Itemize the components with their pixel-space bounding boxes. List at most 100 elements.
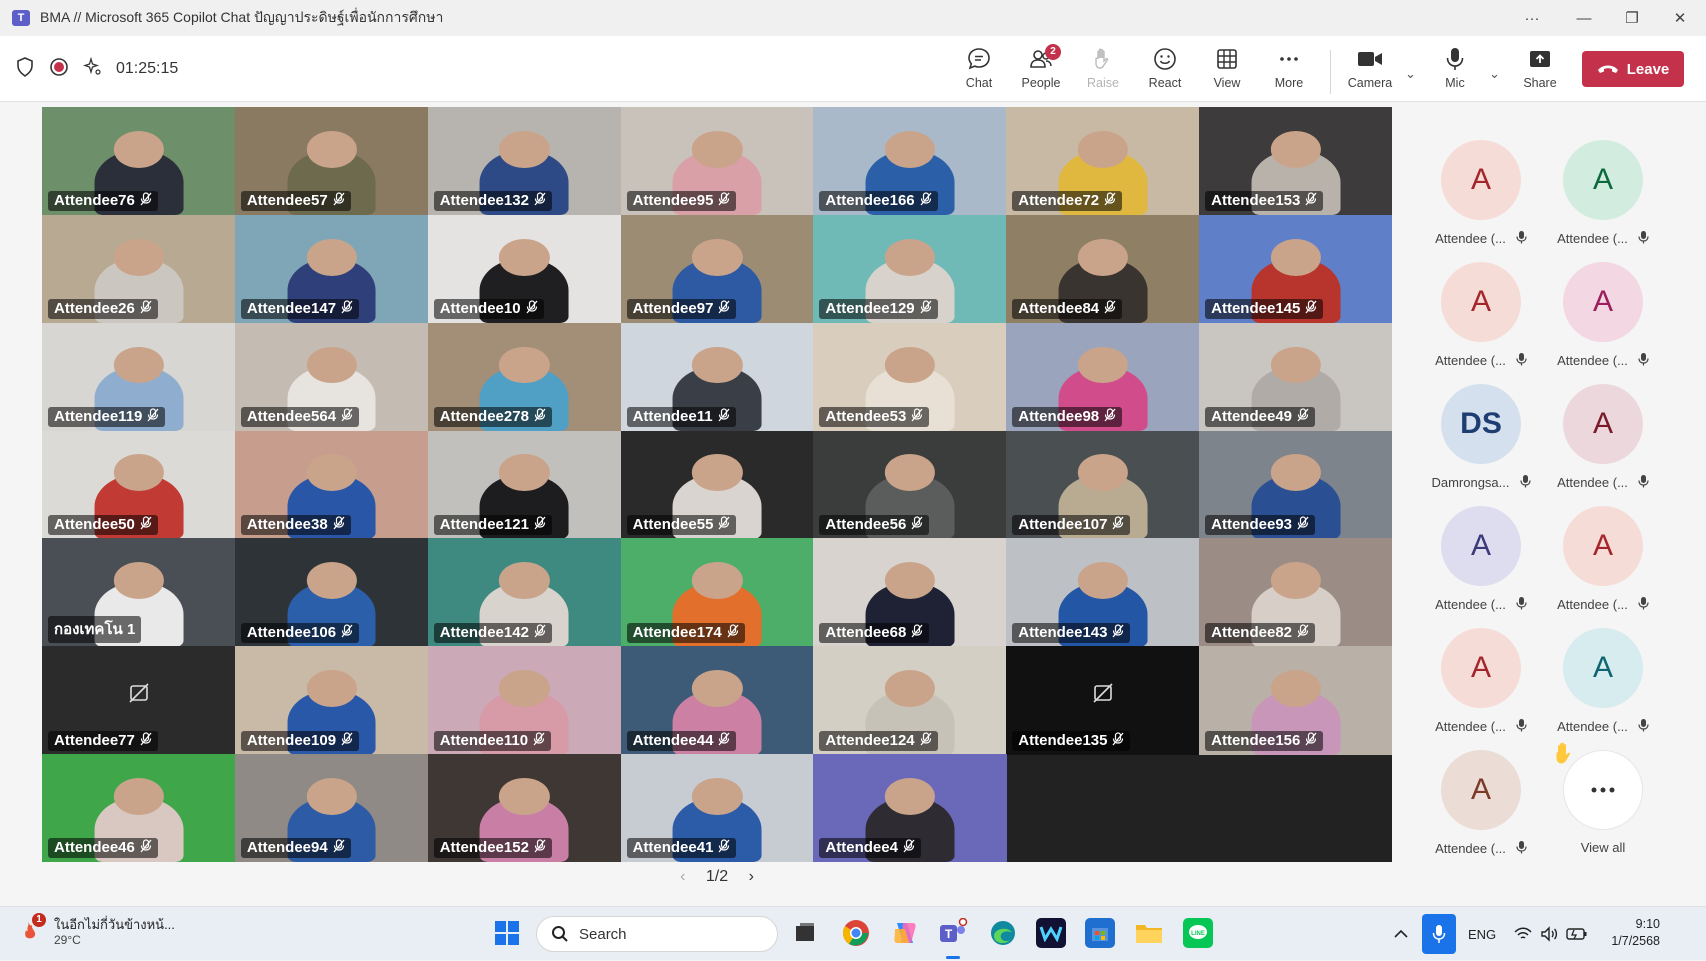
participant-video-tile[interactable]: Attendee68 xyxy=(813,538,1007,647)
roster-participant[interactable]: A Attendee (... xyxy=(1542,506,1664,621)
roster-participant[interactable]: A Attendee (... xyxy=(1542,262,1664,377)
people-button[interactable]: 2 People xyxy=(1011,44,1071,96)
taskbar-clock[interactable]: 9:10 1/7/2568 xyxy=(1596,916,1660,950)
roster-participant[interactable]: A Attendee (... xyxy=(1542,140,1664,255)
participant-video-tile[interactable]: Attendee124 xyxy=(813,646,1007,755)
chrome-button[interactable] xyxy=(841,918,871,948)
participant-video-tile[interactable]: Attendee41 xyxy=(620,754,814,863)
participant-video-tile[interactable]: Attendee55 xyxy=(620,430,814,539)
participant-video-tile[interactable]: Attendee98 xyxy=(1006,322,1200,432)
participant-video-tile[interactable]: Attendee82 xyxy=(1199,538,1393,647)
participant-video-tile[interactable]: Attendee142 xyxy=(427,538,622,647)
camera-button[interactable]: Camera xyxy=(1340,46,1400,96)
participant-video-tile[interactable]: Attendee50 xyxy=(42,430,236,539)
store-button[interactable] xyxy=(1085,918,1115,948)
participant-video-tile[interactable]: Attendee156 xyxy=(1199,646,1393,755)
close-window-button[interactable]: ✕ xyxy=(1656,0,1704,36)
view-all-participants[interactable]: View all xyxy=(1542,742,1664,865)
participant-video-tile[interactable]: Attendee44 xyxy=(620,646,814,755)
participant-video-tile[interactable]: Attendee109 xyxy=(234,646,429,755)
volume-icon[interactable] xyxy=(1540,907,1558,961)
participant-video-tile[interactable]: Attendee77 xyxy=(42,646,236,755)
participant-video-tile[interactable]: Attendee46 xyxy=(42,754,236,863)
participant-video-tile[interactable]: Attendee95 xyxy=(620,107,814,216)
participant-video-tile[interactable]: Attendee110 xyxy=(427,646,622,755)
roster-participant[interactable]: A Attendee (... xyxy=(1542,384,1664,499)
shield-icon[interactable] xyxy=(12,54,38,80)
participant-video-tile[interactable]: Attendee153 xyxy=(1199,107,1393,216)
roster-participant[interactable]: A Attendee (... xyxy=(1420,628,1542,743)
participant-video-tile[interactable]: Attendee107 xyxy=(1006,430,1200,539)
participant-video-tile[interactable]: Attendee174 xyxy=(620,538,814,647)
mic-in-use-button[interactable] xyxy=(1422,907,1456,961)
task-view-button[interactable] xyxy=(790,918,820,948)
participant-video-tile[interactable]: Attendee72 xyxy=(1006,107,1200,216)
participant-video-tile[interactable]: Attendee84 xyxy=(1006,214,1200,324)
participant-video-tile[interactable]: Attendee97 xyxy=(620,214,814,324)
participant-video-tile[interactable]: Attendee132 xyxy=(427,107,622,216)
view-button[interactable]: View xyxy=(1197,46,1257,96)
participant-video-tile[interactable]: Attendee145 xyxy=(1199,214,1393,324)
participant-video-tile[interactable]: Attendee135 xyxy=(1006,646,1200,755)
roster-participant[interactable]: A Attendee (... xyxy=(1542,628,1664,743)
participant-video-tile[interactable]: Attendee152 xyxy=(427,754,622,863)
roster-participant[interactable]: DS Damrongsa... xyxy=(1420,384,1542,499)
participant-video-tile[interactable]: Attendee76 xyxy=(42,107,236,216)
participant-video-tile[interactable]: Attendee26 xyxy=(42,214,236,324)
participant-video-tile[interactable]: Attendee564 xyxy=(234,322,429,432)
participant-video-tile[interactable]: กองเทคโน 1 xyxy=(42,538,236,647)
edge-button[interactable] xyxy=(988,918,1018,948)
react-button[interactable]: React xyxy=(1135,46,1195,96)
participant-video-tile[interactable]: Attendee278 xyxy=(427,322,622,432)
maximize-button[interactable]: ❐ xyxy=(1608,0,1656,36)
minimize-button[interactable]: — xyxy=(1560,0,1608,36)
chat-button[interactable]: Chat xyxy=(949,46,1009,96)
raise-hand-button[interactable]: Raise xyxy=(1073,46,1133,96)
participant-video-tile[interactable]: Attendee11 xyxy=(620,322,814,432)
previous-page-button[interactable]: ‹ xyxy=(680,868,685,885)
participant-video-tile[interactable]: Attendee121 xyxy=(427,430,622,539)
next-page-button[interactable]: › xyxy=(749,868,754,885)
line-app-button[interactable]: LINE xyxy=(1183,918,1213,948)
camera-options-chevron-icon[interactable]: ⌄ xyxy=(1405,66,1416,82)
recording-icon[interactable] xyxy=(46,54,72,80)
participant-video-tile[interactable]: Attendee94 xyxy=(234,754,429,863)
participant-video-tile[interactable]: Attendee4 xyxy=(813,754,1007,863)
roster-participant[interactable]: A Attendee (... xyxy=(1420,262,1542,377)
weather-widget[interactable]: 1 ในอีกไม่กี่วันข้างหน้... 29°C xyxy=(22,913,175,947)
file-explorer-button[interactable] xyxy=(1134,918,1164,948)
share-button[interactable]: Share xyxy=(1510,46,1570,96)
taskbar-search[interactable]: Search xyxy=(536,916,778,952)
participant-video-tile[interactable]: Attendee166 xyxy=(813,107,1007,216)
mic-button[interactable]: Mic xyxy=(1425,46,1485,96)
wifi-icon[interactable] xyxy=(1514,907,1532,961)
roster-participant[interactable]: A Attendee (... xyxy=(1420,750,1542,865)
participant-video-tile[interactable]: Attendee93 xyxy=(1199,430,1393,539)
battery-icon[interactable] xyxy=(1566,907,1588,961)
leave-button[interactable]: Leave xyxy=(1582,51,1684,87)
participant-video-tile[interactable]: Attendee106 xyxy=(234,538,429,647)
participant-video-tile[interactable]: Attendee147 xyxy=(234,214,429,324)
view-all-button[interactable] xyxy=(1556,742,1643,830)
participant-video-tile[interactable]: Attendee38 xyxy=(234,430,429,539)
copilot-button[interactable] xyxy=(890,918,920,948)
more-button[interactable]: More xyxy=(1259,46,1319,96)
participant-video-tile[interactable]: Attendee53 xyxy=(813,322,1007,432)
participant-video-tile[interactable]: Attendee119 xyxy=(42,322,236,432)
teams-taskbar-button[interactable]: T xyxy=(938,918,968,948)
sparkle-icon[interactable] xyxy=(80,54,106,80)
participant-video-tile[interactable]: Attendee57 xyxy=(234,107,429,216)
roster-participant[interactable]: A Attendee (... xyxy=(1420,506,1542,621)
participant-video-tile[interactable]: Attendee143 xyxy=(1006,538,1200,647)
participant-video-tile[interactable]: Attendee129 xyxy=(813,214,1007,324)
webex-button[interactable] xyxy=(1036,918,1066,948)
participant-video-tile[interactable]: Attendee56 xyxy=(813,430,1007,539)
window-options-button[interactable]: ··· xyxy=(1508,0,1556,36)
participant-video-tile[interactable]: Attendee49 xyxy=(1199,322,1393,432)
windows-start-button[interactable] xyxy=(492,918,522,948)
language-indicator[interactable]: ENG xyxy=(1468,907,1496,961)
mic-options-chevron-icon[interactable]: ⌄ xyxy=(1489,66,1500,82)
show-hidden-icons-button[interactable] xyxy=(1394,907,1408,961)
participant-video-tile[interactable]: Attendee10 xyxy=(427,214,622,324)
roster-participant[interactable]: A Attendee (... xyxy=(1420,140,1542,255)
